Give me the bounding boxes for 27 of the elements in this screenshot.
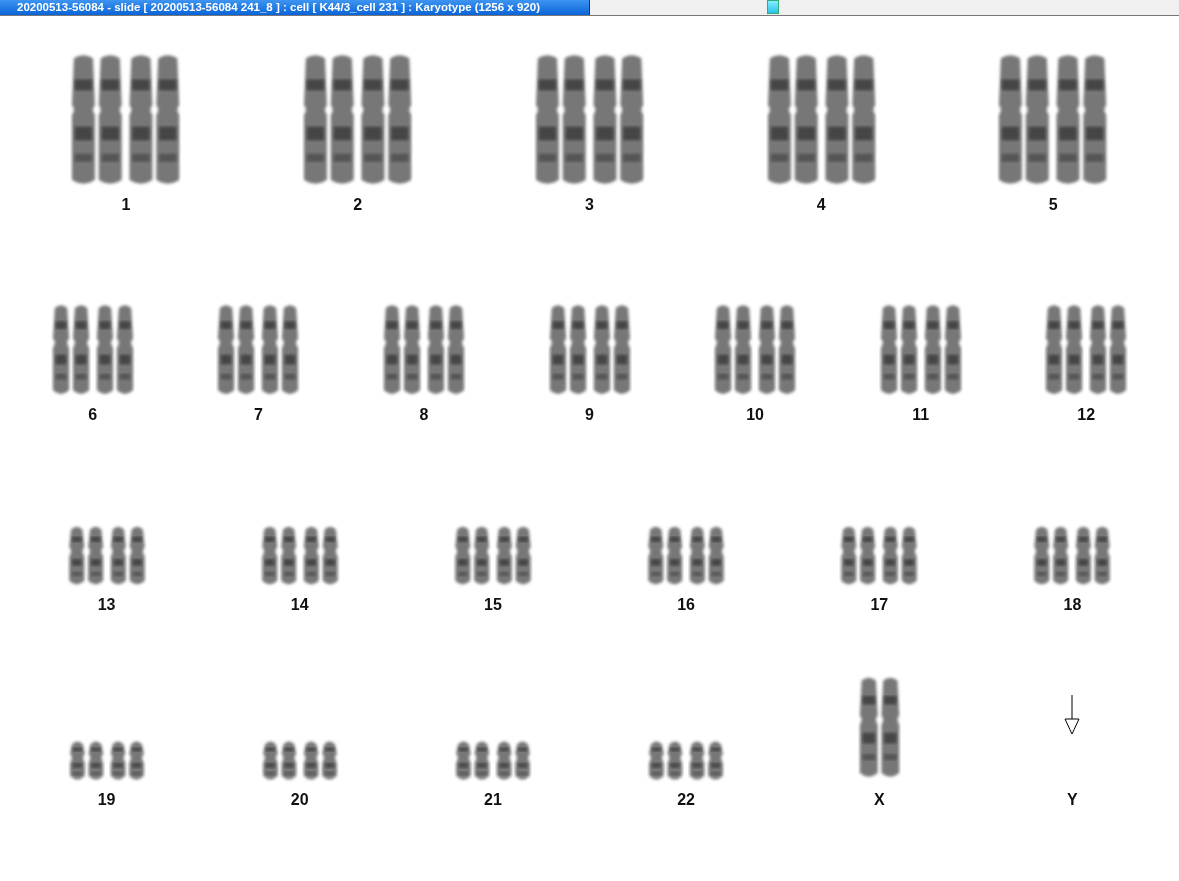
chromosome-label: 17 (870, 596, 889, 614)
chromosome-label: 11 (912, 406, 930, 424)
chromosome-label: 9 (585, 406, 594, 424)
chromosome-label: 19 (97, 791, 116, 809)
chromosome-label: 4 (816, 196, 826, 214)
chromosome-label: 12 (1077, 406, 1096, 424)
chromosome-label: 21 (484, 791, 502, 809)
chromosome-label: 5 (1048, 196, 1058, 214)
scroll-marker[interactable] (767, 0, 779, 14)
chromosome-label: 13 (97, 596, 116, 614)
chromosome-label: 10 (746, 406, 764, 424)
chromosome-label: 20 (290, 791, 309, 809)
chromosome-label: 14 (290, 596, 309, 614)
chromosome-label: 6 (88, 406, 98, 424)
chromosome-label: 3 (585, 196, 594, 214)
chromosome-label: 8 (419, 406, 429, 424)
chromosome-label: 1 (121, 196, 131, 214)
chromosome-label: 22 (677, 791, 695, 809)
chromosome-label: 15 (484, 596, 502, 614)
chromosome-label: 18 (1063, 596, 1082, 614)
chromosome-label: 2 (353, 196, 363, 214)
chromosome-label: 7 (253, 406, 263, 424)
chromosome-label: Y (1067, 791, 1078, 809)
chromosome-label: X (873, 791, 885, 809)
window-title: 20200513-56084 - slide [ 20200513-56084 241_8 ] : cell [ K44/3_cell 231 ] : Karyotype (1256 x 920) (0, 0, 590, 15)
chromosome-label: 16 (677, 596, 695, 614)
down-arrow-icon (1064, 695, 1081, 735)
